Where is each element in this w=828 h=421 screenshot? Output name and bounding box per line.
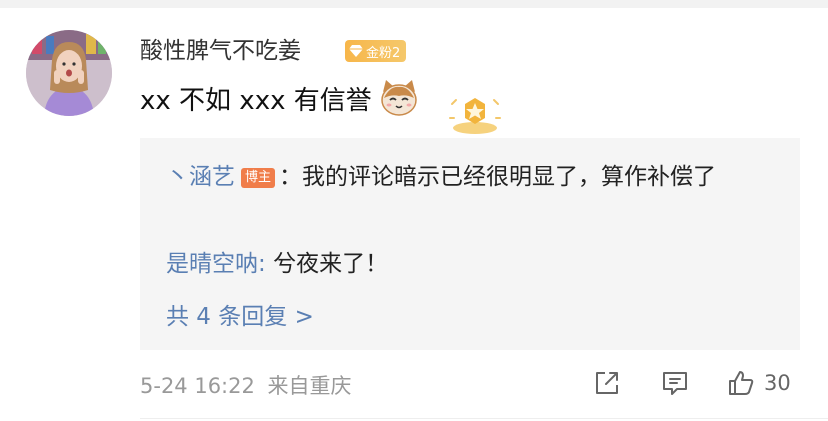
reply-text: 兮夜来了！ bbox=[273, 251, 389, 277]
like-count: 30 bbox=[764, 371, 791, 395]
reply-box[interactable]: 丶涵艺 博主 ：我的评论暗示已经很明显了，算作补偿了 是晴空呐: 兮夜来了！ 共 4… bbox=[140, 138, 800, 350]
like-button[interactable]: 30 bbox=[726, 368, 791, 398]
location: 来自重庆 bbox=[267, 374, 352, 398]
comment-meta: 5-24 16:22 来自重庆 bbox=[140, 370, 352, 400]
timestamp: 5-24 16:22 bbox=[140, 374, 255, 398]
diamond-icon bbox=[349, 45, 363, 57]
comment-text: xx 不如 xxx 有信誉 bbox=[140, 78, 420, 118]
fan-badge[interactable]: 金粉2 bbox=[345, 40, 407, 62]
bottom-divider bbox=[140, 418, 828, 419]
comment-icon bbox=[663, 372, 687, 395]
avatar[interactable] bbox=[26, 30, 112, 116]
avatar-image bbox=[26, 30, 112, 116]
reply-item[interactable]: 丶涵艺 博主 ：我的评论暗示已经很明显了，算作补偿了 bbox=[166, 156, 786, 198]
reply-text: 我的评论暗示已经很明显了，算作补偿了 bbox=[302, 164, 717, 190]
top-divider bbox=[0, 0, 828, 8]
reply-prefix: 丶 bbox=[166, 164, 189, 190]
comment-body: xx 不如 xxx 有信誉 bbox=[140, 85, 372, 116]
reply-author[interactable]: 涵艺 bbox=[189, 164, 235, 190]
cat-emoji-icon bbox=[380, 80, 417, 116]
reply-item[interactable]: 是晴空呐: 兮夜来了！ bbox=[166, 243, 388, 285]
thumbs-up-icon bbox=[729, 371, 754, 395]
fan-badge-label: 金粉2 bbox=[366, 45, 401, 61]
username[interactable]: 酸性脾气不吃姜 bbox=[140, 31, 301, 65]
reply-author[interactable]: 是晴空呐 bbox=[166, 251, 258, 277]
share-icon bbox=[596, 372, 618, 394]
reward-star-icon[interactable] bbox=[448, 94, 502, 138]
reply-separator: : bbox=[258, 251, 274, 277]
reply-separator: ： bbox=[279, 164, 303, 190]
host-badge: 博主 bbox=[241, 168, 276, 188]
comment-button[interactable] bbox=[660, 368, 690, 398]
more-replies-link[interactable]: 共 4 条回复 > bbox=[166, 296, 314, 338]
share-button[interactable] bbox=[592, 368, 622, 398]
